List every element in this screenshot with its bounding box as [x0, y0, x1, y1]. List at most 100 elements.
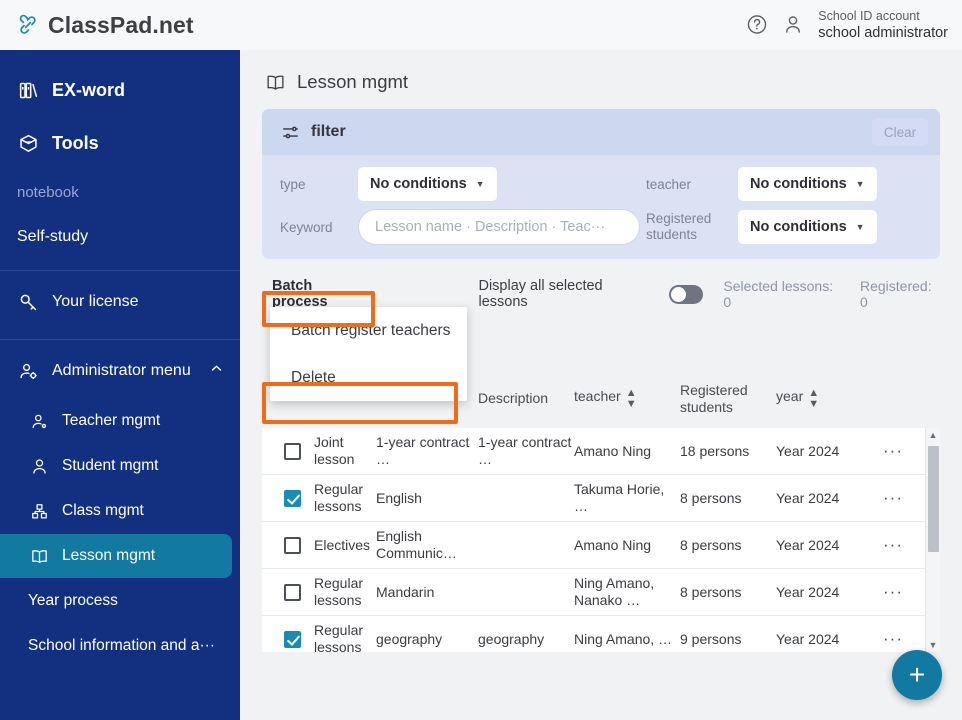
- cell-year: Year 2024: [776, 583, 840, 600]
- table-row[interactable]: Regular lessons Mandarin Ning Amano, Nan…: [262, 569, 940, 616]
- cell-year: Year 2024: [776, 442, 840, 459]
- sidebar-item-class-mgmt[interactable]: Class mgmt: [0, 489, 232, 533]
- table-row[interactable]: Electives English Communic… Amano Ning 8…: [262, 522, 940, 569]
- sidebar-divider-1: [0, 270, 240, 271]
- ellipsis-icon[interactable]: ···: [868, 535, 918, 555]
- row-checkbox[interactable]: [283, 536, 301, 554]
- page-title: Lesson mgmt: [240, 50, 962, 93]
- ellipsis-icon[interactable]: ···: [868, 629, 918, 649]
- sidebar-item-student-mgmt[interactable]: Student mgmt: [0, 444, 232, 488]
- chevron-up-icon[interactable]: [209, 361, 224, 381]
- year-column-header[interactable]: year ▲ ▼: [776, 388, 868, 410]
- table-row[interactable]: Regular lessons geography geography Ning…: [262, 616, 940, 652]
- display-all-selected-label: Display all selected lessons: [478, 278, 603, 310]
- registered-students-column-header[interactable]: Registered students: [680, 382, 776, 417]
- brand-name: ClassPad.net: [48, 11, 194, 38]
- teacher-column-header[interactable]: teacher ▲ ▼: [574, 388, 680, 410]
- sidebar-item-label: Student mgmt: [62, 457, 159, 474]
- cell-type: Regular lessons: [314, 481, 364, 514]
- sidebar-item-administrator-menu[interactable]: Administrator menu: [0, 344, 240, 398]
- book-open-icon: [28, 545, 50, 567]
- sidebar-item-notebook[interactable]: notebook: [0, 170, 240, 214]
- toolbar: Batch process Display all selected lesso…: [262, 276, 940, 401]
- cell-teacher: Takuma Horie, …: [574, 481, 665, 514]
- row-checkbox[interactable]: [283, 489, 301, 507]
- sidebar-item-school-information[interactable]: School information and a···: [0, 624, 232, 668]
- triangle-up-icon[interactable]: ▲: [929, 428, 938, 442]
- ellipsis-icon[interactable]: ···: [868, 582, 918, 602]
- lessons-table: Description teacher ▲ ▼ Registered studen…: [262, 370, 940, 652]
- sidebar-top-section: EX-word Tools notebook Self-study: [0, 50, 240, 260]
- main-content: Lesson mgmt filter Clear type No conditi…: [240, 50, 962, 720]
- brand[interactable]: ClassPad.net: [0, 12, 240, 39]
- registered-students-select[interactable]: No conditions ▼: [738, 210, 877, 244]
- type-select[interactable]: No conditions ▼: [358, 167, 497, 201]
- chevron-down-icon: ▼: [855, 222, 865, 232]
- selected-lessons-counter: Selected lessons: 0: [723, 278, 834, 310]
- cell-name: 1-year contract …: [376, 434, 470, 467]
- row-checkbox-cell: [270, 489, 314, 507]
- ellipsis-icon[interactable]: ···: [868, 441, 918, 461]
- account-sub: School ID account: [818, 8, 920, 23]
- person-icon[interactable]: [782, 14, 804, 36]
- help-circle-icon[interactable]: [746, 14, 768, 36]
- sidebar-item-your-license[interactable]: Your license: [0, 275, 240, 329]
- filter-heading: filter: [311, 123, 346, 140]
- sidebar-item-self-study[interactable]: Self-study: [0, 214, 240, 260]
- table-row[interactable]: Regular lessons English Takuma Horie, … …: [262, 475, 940, 522]
- teacher-select[interactable]: No conditions ▼: [738, 167, 877, 201]
- column-label: Registered students: [680, 381, 748, 416]
- row-checkbox-cell: [270, 630, 314, 648]
- table-row[interactable]: Joint lesson 1-year contract … 1-year co…: [262, 428, 940, 475]
- cell-type: Regular lessons: [314, 575, 364, 608]
- description-column-header[interactable]: Description: [478, 390, 574, 408]
- column-label: year: [776, 388, 804, 404]
- display-all-selected-toggle[interactable]: [668, 284, 704, 304]
- account-text: School ID account school administrator: [818, 8, 948, 43]
- sidebar-item-label: Tools: [52, 133, 99, 153]
- page-title-text: Lesson mgmt: [297, 71, 409, 92]
- sidebar-divider-2: [0, 339, 240, 340]
- row-checkbox-cell: [270, 536, 314, 554]
- add-lesson-fab[interactable]: +: [892, 650, 942, 700]
- sidebar-item-lesson-mgmt[interactable]: Lesson mgmt: [0, 534, 232, 578]
- cell-name: English Communic…: [376, 528, 457, 561]
- sidebar-item-teacher-mgmt[interactable]: Teacher mgmt: [0, 399, 232, 443]
- column-label: Description: [478, 390, 549, 407]
- cell-type: Regular lessons: [314, 622, 364, 652]
- type-label: type: [280, 176, 306, 192]
- table-body: Joint lesson 1-year contract … 1-year co…: [262, 428, 940, 652]
- sliders-icon: [279, 121, 301, 143]
- cell-registered: 8 persons: [680, 489, 742, 506]
- row-checkbox[interactable]: [283, 630, 301, 648]
- sidebar-item-label: Teacher mgmt: [62, 412, 161, 429]
- scrollbar-track[interactable]: [926, 442, 941, 638]
- sidebar-item-tools[interactable]: Tools: [0, 117, 240, 170]
- keyword-input[interactable]: [358, 209, 640, 245]
- column-label: teacher: [574, 388, 621, 404]
- student-icon: [28, 455, 50, 477]
- scrollbar-thumb[interactable]: [927, 446, 939, 552]
- filter-body: type No conditions ▼ teacher No conditio…: [262, 155, 940, 259]
- toggle-knob: [670, 286, 686, 302]
- clear-button[interactable]: Clear: [872, 118, 928, 146]
- sidebar-item-ex-word[interactable]: EX-word: [0, 64, 240, 117]
- sidebar-item-label: Class mgmt: [62, 502, 144, 519]
- admin-person-icon: [17, 360, 39, 382]
- cell-description: 1-year contract …: [478, 434, 572, 467]
- app-root: ClassPad.net School ID account school ad…: [0, 0, 962, 720]
- account-name: school administrator: [818, 24, 948, 41]
- menu-item-batch-register-teachers[interactable]: Batch register teachers: [270, 307, 467, 354]
- teacher-select-value: No conditions: [750, 176, 847, 192]
- row-checkbox[interactable]: [283, 583, 301, 601]
- batch-process-button[interactable]: Batch process: [262, 278, 379, 310]
- registered-counter: Registered: 0: [860, 278, 932, 310]
- sidebar-item-label: EX-word: [52, 80, 126, 100]
- triangle-down-icon[interactable]: ▼: [929, 638, 938, 652]
- ellipsis-icon[interactable]: ···: [868, 488, 918, 508]
- sidebar-item-year-process[interactable]: Year process: [0, 579, 232, 623]
- cell-year: Year 2024: [776, 536, 840, 553]
- table-scrollbar[interactable]: ▲ ▼: [925, 428, 940, 652]
- menu-item-delete[interactable]: Delete: [270, 354, 467, 401]
- row-checkbox[interactable]: [283, 442, 301, 460]
